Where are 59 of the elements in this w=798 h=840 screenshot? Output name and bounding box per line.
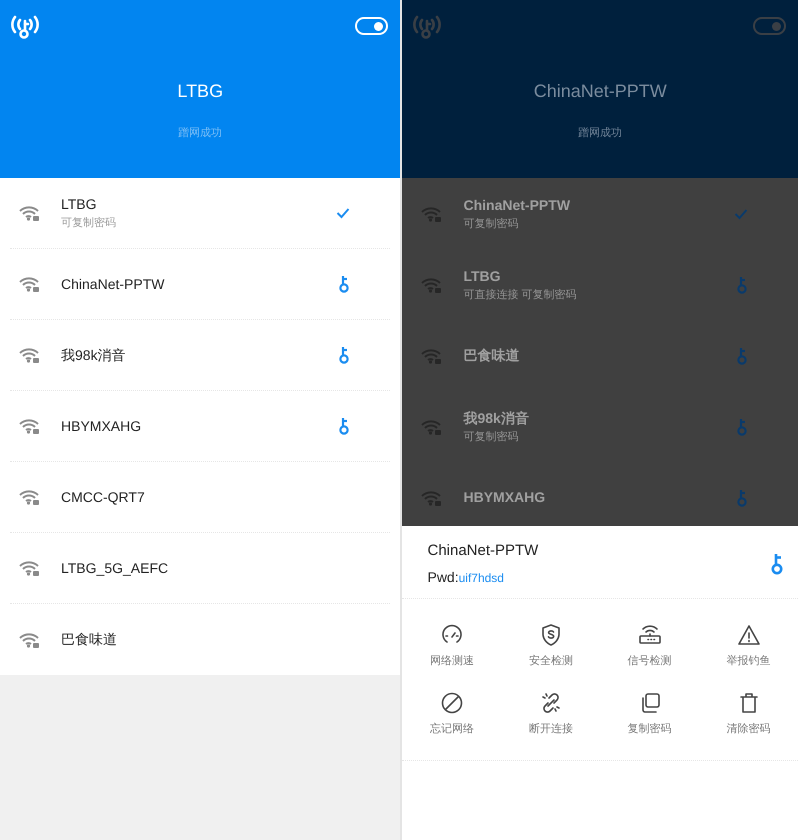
action-button[interactable]: 忘记网络 <box>402 691 502 738</box>
network-row[interactable]: HBYMXAHG <box>10 391 390 462</box>
network-name: 巴食味道 <box>463 346 520 365</box>
wifi-lock-icon <box>18 205 40 221</box>
action-button[interactable]: 网络测速 <box>402 622 502 669</box>
router-icon <box>638 622 662 646</box>
network-note: 可复制密码 <box>463 430 520 445</box>
network-note: 可复制密码 <box>61 216 117 232</box>
network-row[interactable]: 巴食味道 <box>10 604 390 675</box>
network-name: LTBG <box>61 195 98 214</box>
toggle-switch[interactable] <box>753 17 786 35</box>
network-name: ChinaNet-PPTW <box>463 196 572 215</box>
network-row[interactable]: LTBG_5G_AEFC <box>10 533 390 604</box>
action-button[interactable]: 安全检测 <box>501 622 600 669</box>
action-button[interactable]: 举报钓鱼 <box>699 622 798 669</box>
network-row[interactable]: ChinaNet-PPTW 可复制密码 <box>412 178 788 249</box>
wifi-lock-icon <box>420 418 442 434</box>
action-button[interactable]: 信号检测 <box>600 622 700 669</box>
forbid-icon <box>440 691 464 715</box>
wifi-lock-icon <box>18 632 40 648</box>
status-text: 蹭网成功 <box>577 126 624 141</box>
network-name: LTBG <box>463 266 502 286</box>
wifi-lock-icon <box>18 347 40 363</box>
network-note: 可复制密码 <box>463 216 520 232</box>
wifi-lock-icon <box>420 276 442 292</box>
network-name: HBYMXAHG <box>463 488 546 507</box>
network-name: LTBG_5G_AEFC <box>61 558 170 578</box>
action-button[interactable]: 清除密码 <box>699 691 798 738</box>
action-button[interactable]: 复制密码 <box>600 691 700 738</box>
network-name: 我98k消音 <box>61 346 127 364</box>
wifi-lock-icon <box>420 348 442 364</box>
status-text: 蹭网成功 <box>177 126 224 141</box>
network-row[interactable]: HBYMXAHG <box>412 462 788 526</box>
wifi-lock-icon <box>18 276 40 292</box>
wifi-lock-icon <box>18 418 40 434</box>
warning-icon <box>736 622 761 646</box>
network-row[interactable]: CMCC-QRT7 <box>10 462 390 533</box>
wifi-lock-icon <box>18 489 40 505</box>
key-icon <box>770 552 784 575</box>
network-row[interactable]: 巴食味道 <box>412 320 788 391</box>
network-title: ChinaNet-PPTW <box>532 80 668 103</box>
network-row[interactable]: ChinaNet-PPTW <box>10 249 390 320</box>
wifi-lock-icon <box>420 490 442 506</box>
network-name: HBYMXAHG <box>61 416 142 436</box>
wifi-lock-icon <box>420 206 442 222</box>
wifi-lock-icon <box>18 560 40 576</box>
network-name: ChinaNet-PPTW <box>61 274 166 294</box>
network-row[interactable]: LTBG 可直接连接 可复制密码 <box>412 249 788 320</box>
action-button[interactable]: 断开连接 <box>501 691 600 738</box>
network-note: 可直接连接 可复制密码 <box>463 288 578 303</box>
network-row[interactable]: 我98k消音 可复制密码 <box>412 391 788 462</box>
password-text: Pwd:uif7hdsd <box>427 568 505 586</box>
network-row[interactable]: 我98k消音 <box>10 320 390 391</box>
network-name: 巴食味道 <box>61 630 118 649</box>
network-row[interactable]: LTBG 可复制密码 <box>10 178 390 249</box>
network-name: 我98k消音 <box>463 408 530 428</box>
network-title: LTBG <box>176 80 224 103</box>
network-name: CMCC-QRT7 <box>61 488 146 507</box>
network-name: ChinaNet-PPTW <box>427 541 538 561</box>
